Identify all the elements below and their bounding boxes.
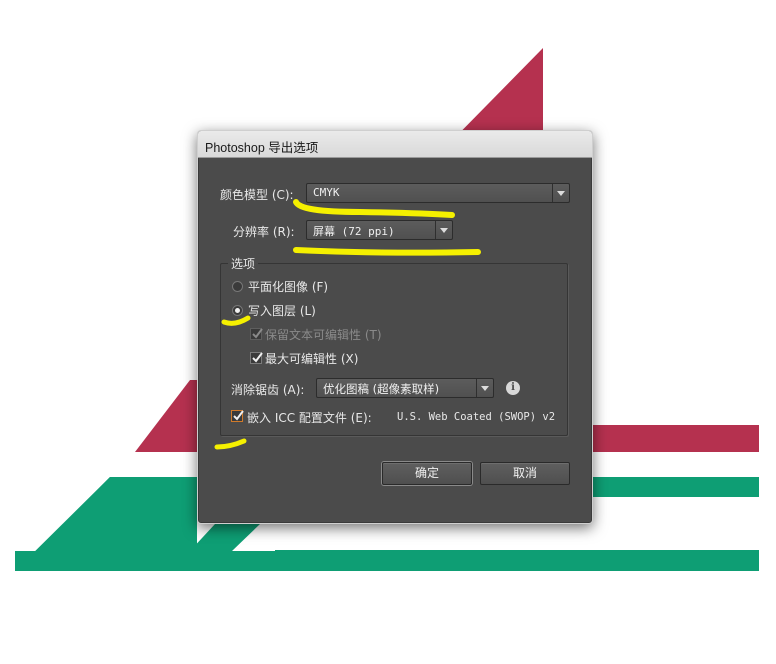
- info-icon[interactable]: i: [506, 381, 520, 395]
- preserve-text-checkbox[interactable]: [250, 328, 263, 340]
- checkmark-icon: [252, 328, 263, 339]
- dialog-title: Photoshop 导出选项: [205, 141, 319, 155]
- cancel-button[interactable]: 取消: [480, 462, 570, 485]
- export-options-dialog: Photoshop 导出选项 颜色模型 (C): CMYK 分辨率 (R): 屏…: [197, 130, 593, 524]
- chevron-down-icon: [476, 379, 493, 397]
- dialog-titlebar[interactable]: Photoshop 导出选项: [198, 131, 592, 158]
- ok-button[interactable]: 确定: [382, 462, 472, 485]
- write-layers-radio[interactable]: [232, 305, 243, 316]
- icc-profile-name: U.S. Web Coated (SWOP) v2: [397, 411, 556, 423]
- anti-alias-label: 消除锯齿 (A):: [231, 383, 305, 397]
- green-stripe-bottom: [275, 550, 759, 571]
- preserve-text-label: 保留文本可编辑性 (T): [265, 328, 382, 342]
- flat-image-radio[interactable]: [232, 281, 243, 292]
- resolution-label: 分辨率 (R):: [233, 225, 295, 239]
- resolution-value: 屏幕 (72 ppi): [313, 225, 395, 238]
- anti-alias-value: 优化图稿 (超像素取样): [323, 382, 440, 396]
- write-layers-label[interactable]: 写入图层 (L): [248, 302, 316, 319]
- crimson-triangle-lower: [135, 380, 197, 452]
- color-model-select[interactable]: CMYK: [306, 183, 570, 203]
- chevron-down-icon: [552, 184, 569, 202]
- flat-image-label[interactable]: 平面化图像 (F): [248, 278, 328, 295]
- embed-icc-label[interactable]: 嵌入 ICC 配置文件 (E):: [247, 409, 372, 426]
- options-group-title: 选项: [228, 255, 259, 272]
- max-editability-label[interactable]: 最大可编辑性 (X): [265, 350, 358, 367]
- chevron-down-icon: [435, 221, 452, 239]
- resolution-select[interactable]: 屏幕 (72 ppi): [306, 220, 453, 240]
- green-stripe-top: [593, 477, 759, 497]
- color-model-value: CMYK: [313, 186, 340, 199]
- crimson-stripe: [593, 425, 759, 452]
- green-base: [15, 551, 275, 571]
- checkmark-icon: [252, 352, 263, 363]
- anti-alias-select[interactable]: 优化图稿 (超像素取样): [316, 378, 494, 398]
- max-editability-checkbox[interactable]: [250, 352, 263, 364]
- green-mid: [190, 524, 260, 551]
- color-model-label: 颜色模型 (C):: [220, 188, 294, 202]
- checkmark-icon: [233, 410, 244, 421]
- embed-icc-checkbox[interactable]: [231, 410, 244, 422]
